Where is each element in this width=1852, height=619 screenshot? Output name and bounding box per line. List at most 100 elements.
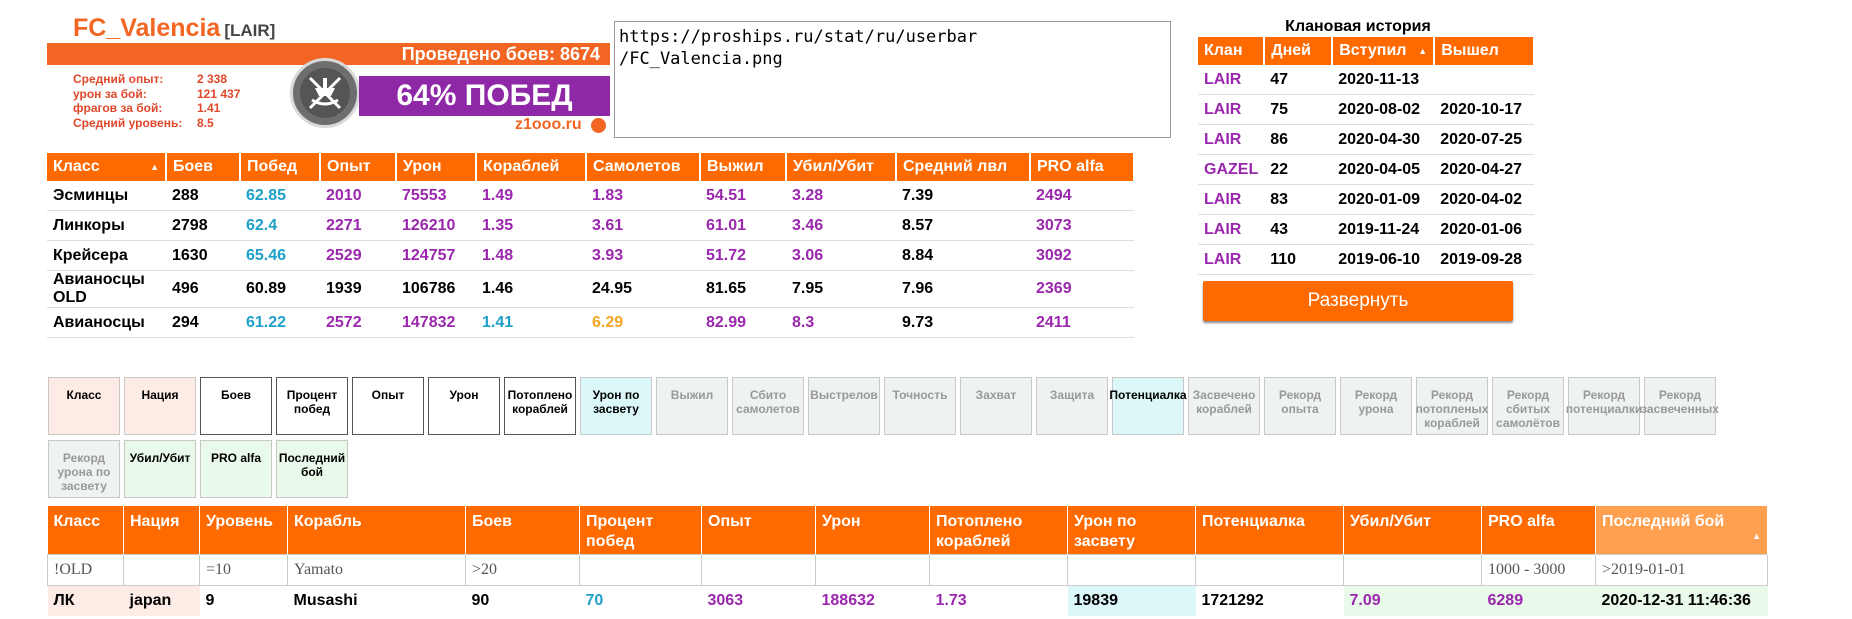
- clan-link[interactable]: LAIR: [1198, 214, 1265, 245]
- mini-stat-label: Средний опыт:: [73, 72, 164, 86]
- column-toggle-button[interactable]: Выстрелов: [808, 377, 880, 435]
- table-cell: 75: [1264, 94, 1333, 125]
- class-table-header[interactable]: Класс ▲: [47, 153, 167, 181]
- class-table-header[interactable]: Побед: [240, 153, 321, 181]
- class-table-header[interactable]: Боев: [166, 153, 241, 181]
- column-toggle-button[interactable]: Убил/Убит: [124, 440, 196, 498]
- column-toggle-button[interactable]: Точность: [884, 377, 956, 435]
- class-stats-table: Класс ▲ Боев Побед Опыт Урон Кораблей Самолетов…: [47, 153, 1135, 338]
- column-toggle-button[interactable]: Рекорд сбитых самолётов: [1492, 377, 1564, 435]
- table-cell: 124757: [396, 240, 476, 271]
- class-table-header[interactable]: PRO alfa: [1030, 153, 1135, 181]
- column-toggle-button[interactable]: PRO alfa: [200, 440, 272, 498]
- column-filter-input[interactable]: [48, 555, 123, 584]
- win-rate-bar: 64% ПОБЕД: [359, 76, 610, 116]
- column-filter-input[interactable]: [816, 555, 929, 584]
- table-row: Авианосцы 294 61.22 2572 147832 1.41 6.29 82.99…: [47, 307, 1134, 338]
- column-toggle-button[interactable]: Последний бой: [276, 440, 348, 498]
- column-toggle-button[interactable]: Захват: [960, 377, 1032, 435]
- clan-link[interactable]: LAIR: [1198, 94, 1265, 125]
- column-toggle-button[interactable]: Опыт: [352, 377, 424, 435]
- class-table-header[interactable]: Урон: [396, 153, 477, 181]
- column-toggle-button[interactable]: Рекорд урона по засвету: [48, 440, 120, 498]
- userbar-url-field[interactable]: [614, 21, 1171, 138]
- column-toggle-button[interactable]: Потоплено кораблей: [504, 377, 576, 435]
- column-filter-input[interactable]: [702, 555, 815, 584]
- column-toggle-button[interactable]: Рекорд засвеченных: [1641, 377, 1719, 435]
- ship-table-header[interactable]: Урон: [815, 506, 930, 554]
- clan-link[interactable]: LAIR: [1198, 65, 1265, 95]
- class-table-header[interactable]: Средний лвл: [896, 153, 1031, 181]
- column-filter-input[interactable]: [288, 555, 465, 584]
- ship-table-header[interactable]: Корабль: [287, 506, 466, 554]
- table-cell: 7.09: [1343, 585, 1482, 616]
- class-table-header[interactable]: Выжил: [700, 153, 787, 181]
- clan-table-header[interactable]: Клан: [1198, 37, 1266, 65]
- class-table-header[interactable]: Опыт: [320, 153, 397, 181]
- column-filter-input[interactable]: [580, 555, 701, 584]
- column-toggle-button[interactable]: Рекорд урона: [1340, 377, 1412, 435]
- table-cell: 188632: [821, 591, 875, 609]
- ship-table-header[interactable]: PRO alfa: [1481, 506, 1596, 554]
- ship-table-header[interactable]: Урон по засвету: [1067, 506, 1196, 554]
- clan-table-header[interactable]: Вступил ▲: [1332, 37, 1436, 65]
- clan-link[interactable]: LAIR: [1198, 244, 1265, 275]
- ship-table-header[interactable]: Класс: [47, 506, 124, 554]
- column-toggle-button[interactable]: Защита: [1036, 377, 1108, 435]
- table-row: LAIR 86 2020-04-30 2020-07-25: [1198, 124, 1535, 155]
- column-toggle-button[interactable]: Класс: [48, 377, 120, 435]
- table-cell: 3.93: [586, 240, 700, 271]
- column-filter-input[interactable]: [1068, 555, 1195, 584]
- column-filter-input[interactable]: [466, 555, 579, 584]
- table-cell: 2020-07-25: [1434, 124, 1535, 155]
- table-cell: 8.84: [896, 240, 1030, 271]
- column-toggle-button[interactable]: Выжил: [656, 377, 728, 435]
- column-filter-input[interactable]: [124, 555, 199, 584]
- ship-table-header[interactable]: Убил/Убит: [1343, 506, 1482, 554]
- column-filter-input[interactable]: [1196, 555, 1343, 584]
- clan-link[interactable]: LAIR: [1198, 184, 1265, 215]
- column-toggle-button[interactable]: Засвечено кораблей: [1188, 377, 1260, 435]
- class-table-header[interactable]: Самолетов: [586, 153, 701, 181]
- table-cell: 22: [1264, 154, 1333, 185]
- column-filter-input[interactable]: [1482, 555, 1595, 584]
- column-toggle-button[interactable]: Урон по засвету: [580, 377, 652, 435]
- column-toggle-button[interactable]: Урон: [428, 377, 500, 435]
- column-toggle-button[interactable]: Рекорд потопленых кораблей: [1416, 377, 1488, 435]
- ship-table-header[interactable]: Боев: [465, 506, 580, 554]
- table-cell: 7.39: [896, 181, 1030, 211]
- header-label: Боев: [472, 513, 513, 530]
- column-toggle-button[interactable]: Процент побед: [276, 377, 348, 435]
- table-cell: 2020-04-30: [1332, 124, 1435, 155]
- ship-table-header[interactable]: Процент побед: [579, 506, 702, 554]
- column-filter-input[interactable]: [200, 555, 287, 584]
- clan-link[interactable]: GAZEL: [1198, 154, 1265, 185]
- column-filter-input[interactable]: [930, 555, 1067, 584]
- column-toggle-button[interactable]: Сбито самолетов: [732, 377, 804, 435]
- column-toggle-button[interactable]: Рекорд опыта: [1264, 377, 1336, 435]
- ship-table-header[interactable]: Нация: [123, 506, 200, 554]
- column-toggle-button[interactable]: Боев: [200, 377, 272, 435]
- clan-table-header[interactable]: Вышел: [1434, 37, 1536, 65]
- sort-up-icon: ▲: [150, 162, 159, 172]
- ship-table-header[interactable]: Потоплено кораблей: [929, 506, 1068, 554]
- column-filter-input[interactable]: [1344, 555, 1481, 584]
- class-table-header[interactable]: Кораблей: [476, 153, 587, 181]
- column-filter-input[interactable]: [1596, 555, 1767, 584]
- clan-table-header[interactable]: Дней: [1264, 37, 1334, 65]
- table-cell: 2572: [320, 307, 396, 338]
- class-table-header[interactable]: Убил/Убит: [786, 153, 897, 181]
- ship-table-header[interactable]: Опыт: [701, 506, 816, 554]
- column-toggle-button[interactable]: Нация: [124, 377, 196, 435]
- column-toggle-button[interactable]: Потенциалка: [1109, 377, 1187, 435]
- ship-table-header[interactable]: Потенциалка: [1195, 506, 1344, 554]
- table-row: GAZEL 22 2020-04-05 2020-04-27: [1198, 154, 1535, 185]
- column-toggle-button[interactable]: Рекорд потенциалки: [1566, 377, 1642, 435]
- table-row: Авианосцы OLD 496 60.89 1939 106786 1.46 24.95…: [47, 270, 1134, 308]
- table-cell: 2020-01-06: [1434, 214, 1535, 245]
- expand-button[interactable]: Развернуть: [1203, 281, 1513, 321]
- ship-table-header[interactable]: Последний бой ▲: [1595, 506, 1768, 554]
- ship-table-header[interactable]: Уровень: [199, 506, 288, 554]
- table-cell: 24.95: [586, 270, 700, 308]
- clan-link[interactable]: LAIR: [1198, 124, 1265, 155]
